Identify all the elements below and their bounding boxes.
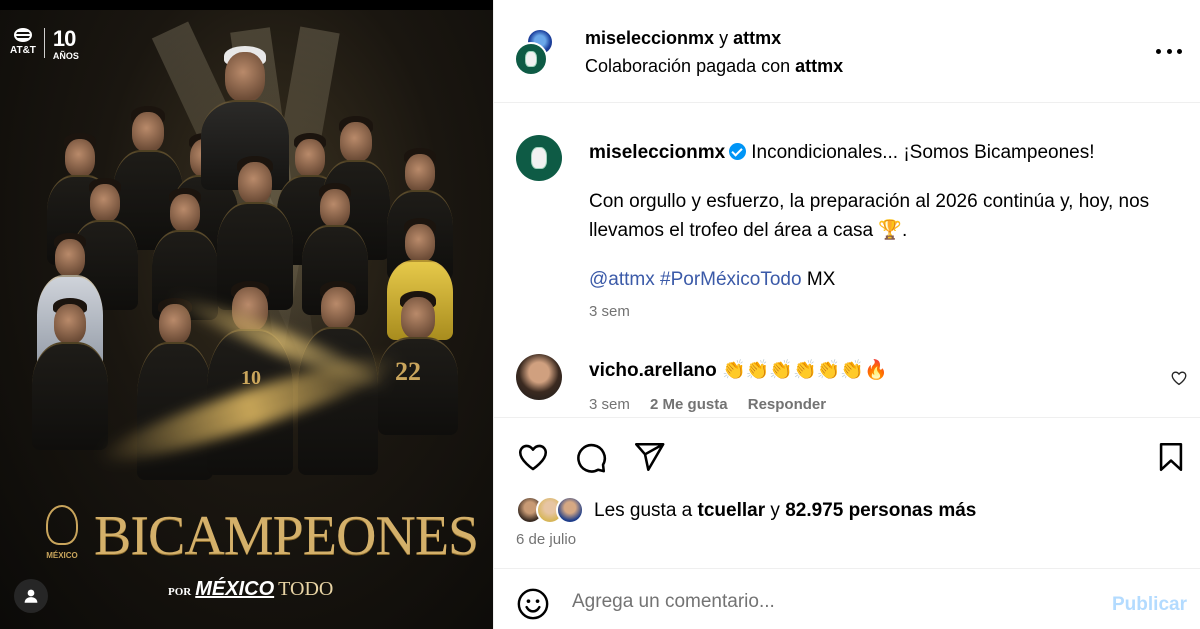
commenter-username-link[interactable]: vicho.arellano xyxy=(589,360,717,381)
header-usernames: miseleccionmx y attmx xyxy=(585,28,781,49)
caption-line1: Incondicionales... ¡Somos Bicampeones! xyxy=(751,142,1095,163)
reply-button[interactable]: Responder xyxy=(748,396,826,413)
tagged-users-button[interactable] xyxy=(14,579,48,613)
image-headline: BICAMPEONES xyxy=(94,505,479,567)
player-figure: 10 xyxy=(205,275,295,475)
caption-line2: Con orgullo y esfuerzo, la preparación a… xyxy=(589,190,1150,241)
mention-link[interactable]: @attmx xyxy=(589,269,655,290)
more-dot xyxy=(1166,48,1172,54)
share-send-icon[interactable] xyxy=(632,440,666,474)
post-header: miseleccionmx y attmx Colaboración pagad… xyxy=(494,0,1200,103)
publish-comment-button[interactable]: Publicar xyxy=(1112,594,1187,616)
crest-icon xyxy=(531,147,547,169)
commenter-avatar[interactable] xyxy=(516,354,562,400)
collab-avatars[interactable] xyxy=(514,28,554,76)
liker-avatars xyxy=(516,496,588,526)
mexico-crest: MÉXICO xyxy=(40,505,84,565)
likes-middle: y xyxy=(765,500,786,521)
tagline-mexico: MÉXICO xyxy=(195,578,275,600)
tagline-por: POR xyxy=(168,586,192,598)
tagline-todo: TODO xyxy=(278,578,334,600)
post-caption: miseleccionmx Incondicionales... ¡Somos B… xyxy=(589,139,1189,295)
likes-summary[interactable]: Les gusta a tcuellar y 82.975 personas m… xyxy=(516,496,976,526)
caption-author-avatar[interactable] xyxy=(516,135,562,181)
player-figure xyxy=(30,290,110,450)
comment-input[interactable] xyxy=(572,591,1092,613)
image-tagline: POR MÉXICO TODO xyxy=(168,578,333,601)
comment-body: 👏👏👏👏👏👏🔥 xyxy=(722,360,888,381)
verified-badge-icon xyxy=(729,143,747,160)
avatar-miseleccionmx[interactable] xyxy=(514,42,548,76)
post-actions: Les gusta a tcuellar y 82.975 personas m… xyxy=(494,417,1200,569)
comment-likes-link[interactable]: 2 Me gusta xyxy=(650,396,728,413)
comment-timestamp[interactable]: 3 sem xyxy=(589,396,630,413)
comment-like-heart-icon[interactable] xyxy=(1170,369,1188,387)
post-sidebar: miseleccionmx y attmx Colaboración pagad… xyxy=(493,0,1200,629)
comment-bubble-icon[interactable] xyxy=(574,440,608,474)
comment: vicho.arellano 👏👏👏👏👏👏🔥 xyxy=(589,358,888,382)
caption-timestamp[interactable]: 3 sem xyxy=(589,303,630,320)
crest-icon xyxy=(525,51,537,67)
crest-label: MÉXICO xyxy=(46,551,78,560)
more-options-button[interactable] xyxy=(1156,40,1182,62)
emoji-icon[interactable] xyxy=(516,587,550,621)
paid-partnership-prefix: Colaboración pagada con xyxy=(585,56,796,76)
header-user1-link[interactable]: miseleccionmx xyxy=(585,28,714,48)
flag-mx: MX xyxy=(801,268,836,290)
likes-count-link[interactable]: 82.975 personas más xyxy=(785,500,976,521)
caption-username-link[interactable]: miseleccionmx xyxy=(589,142,725,163)
eagle-icon xyxy=(46,505,78,545)
header-user2-link[interactable]: attmx xyxy=(733,28,781,48)
user-icon xyxy=(24,589,38,603)
post-image[interactable]: AT&T 10 AÑOS 10 22 MÉXICO BICAMPEONES PO… xyxy=(0,0,493,629)
like-heart-icon[interactable] xyxy=(516,440,550,474)
liker-username-link[interactable]: tcuellar xyxy=(698,500,766,521)
team-photo: 10 22 xyxy=(0,21,493,500)
more-dot xyxy=(1156,48,1161,54)
paid-partner-link[interactable]: attmx xyxy=(795,56,843,76)
more-dot xyxy=(1177,48,1182,54)
save-bookmark-icon[interactable] xyxy=(1154,440,1188,474)
image-top-edge xyxy=(0,0,493,10)
add-comment-form: Publicar xyxy=(494,569,1200,629)
comment-meta: 3 sem 2 Me gusta Responder xyxy=(589,396,842,413)
post-date[interactable]: 6 de julio xyxy=(516,531,576,548)
header-connector: y xyxy=(714,28,734,48)
likes-text: Les gusta a tcuellar y 82.975 personas m… xyxy=(594,500,976,522)
likes-prefix: Les gusta a xyxy=(594,500,698,521)
hashtag-link[interactable]: #PorMéxicoTodo xyxy=(660,269,802,290)
paid-partnership-label: Colaboración pagada con attmx xyxy=(585,56,843,77)
avatar xyxy=(556,496,584,524)
